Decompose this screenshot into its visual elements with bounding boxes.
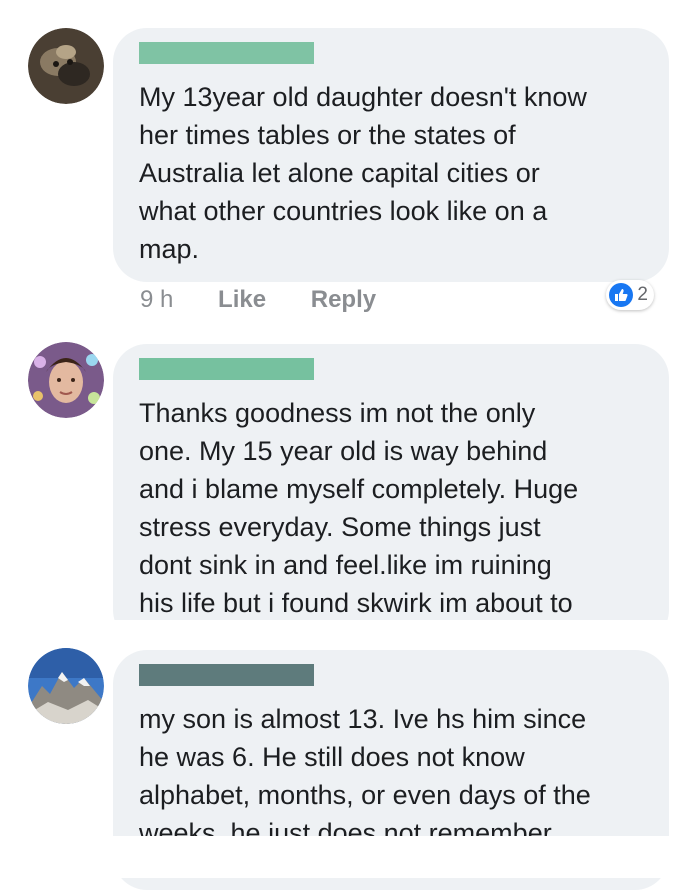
cutoff-divider — [0, 836, 700, 878]
comment-text: My 13year old daughter doesn't know her … — [139, 82, 587, 264]
comment-bubble: Thanks goodness im not the only one. My … — [113, 344, 669, 644]
comment-timestamp: 9 h — [140, 286, 174, 313]
reaction-count: 2 — [637, 284, 648, 305]
comment-actions: 9 h Like Reply — [140, 286, 376, 314]
like-button[interactable]: Like — [218, 286, 266, 314]
reaction-summary[interactable]: 2 — [606, 280, 654, 310]
comment-2: Thanks goodness im not the only one. My … — [0, 330, 700, 644]
redacted-name-bar — [139, 664, 314, 686]
avatar-user-2[interactable] — [28, 342, 104, 418]
redacted-name-bar — [139, 42, 314, 64]
avatar-user-3[interactable] — [28, 648, 104, 724]
avatar-user-1[interactable] — [28, 28, 104, 104]
redacted-name-bar — [139, 358, 314, 380]
comment-1: My 13year old daughter doesn't know her … — [0, 0, 700, 330]
comment-text: my son is almost 13. Ive hs him since he… — [139, 704, 591, 838]
comment-text: Thanks goodness im not the only one. My … — [139, 398, 579, 618]
reply-button[interactable]: Reply — [311, 286, 376, 314]
comment-bubble: My 13year old daughter doesn't know her … — [113, 28, 669, 282]
like-icon — [609, 283, 634, 307]
